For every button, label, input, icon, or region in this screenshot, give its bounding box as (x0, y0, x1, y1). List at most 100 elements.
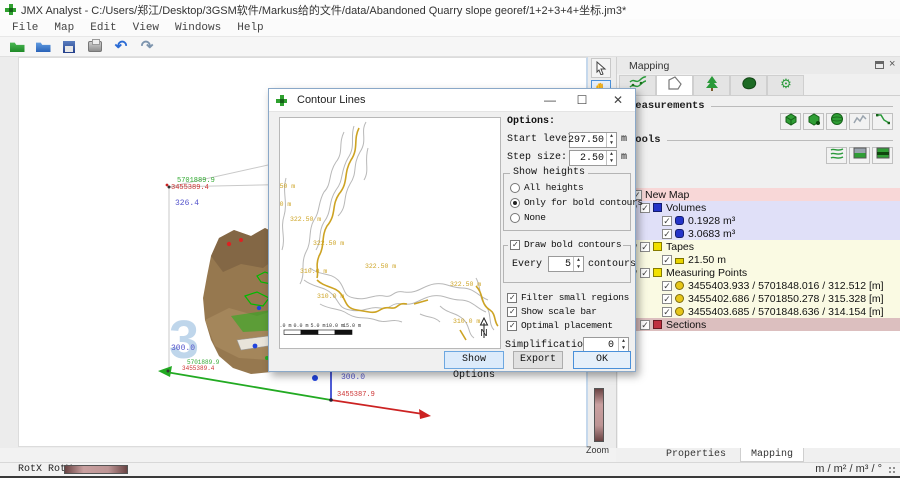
tab-polyline-shape[interactable] (656, 75, 693, 95)
visibility-checkbox[interactable]: ✓ (640, 268, 650, 278)
radio-button[interactable] (510, 183, 520, 193)
radio-button[interactable] (510, 198, 520, 208)
menu-view[interactable]: View (125, 21, 167, 35)
area-measure-button[interactable] (803, 113, 824, 130)
every-input[interactable]: 5▲▼ (548, 256, 584, 272)
tree-row-3455403-933-5701848-016-[interactable]: ✓ 3455403.933 / 5701848.016 / 312.512 [m] (618, 279, 900, 292)
bandfill-tool-button[interactable] (872, 147, 893, 164)
radio-only-for-bold-contours[interactable]: Only for bold contours (510, 197, 643, 208)
svg-text:322.50 m: 322.50 m (365, 263, 396, 270)
every-label: Every (512, 259, 542, 270)
checkbox-optimal-placement[interactable]: ✓Optimal placement (507, 320, 613, 331)
blob-icon (675, 216, 684, 225)
menu-map[interactable]: Map (46, 21, 82, 35)
units-grid-icon[interactable] (888, 466, 896, 474)
tree-row-3455402-686-5701850-278-[interactable]: ✓ 3455402.686 / 5701850.278 / 315.328 [m] (618, 292, 900, 305)
profile-measure-button[interactable] (849, 113, 870, 130)
visibility-checkbox[interactable]: ✓ (662, 294, 672, 304)
select-tool-button[interactable] (591, 58, 611, 78)
dialog-title-bar[interactable]: Contour Lines — ☐ ✕ (269, 89, 635, 112)
radio-button[interactable] (510, 213, 520, 223)
contour-tool-button[interactable] (826, 147, 847, 164)
contour-preview[interactable]: 322.50 m310.0 m322.50 m322.50 m322.50 m3… (279, 117, 501, 349)
bandfill-tool-icon (875, 146, 891, 165)
menu-windows[interactable]: Windows (167, 21, 229, 35)
svg-text:5.0 m: 5.0 m (280, 323, 292, 329)
ok-button[interactable]: OK (573, 351, 631, 369)
visibility-checkbox[interactable]: ✓ (640, 320, 650, 330)
draw-bold-contours-checkbox[interactable]: ✓ Draw bold contours (508, 239, 623, 250)
checkbox-box[interactable]: ✓ (507, 293, 517, 303)
tree-row-measuring-points[interactable]: ∨✓Measuring Points (618, 266, 900, 279)
square-icon (653, 268, 662, 277)
radio-none[interactable]: None (510, 212, 546, 223)
tree-row-tapes[interactable]: ∨✓Tapes (618, 240, 900, 253)
halffill-tool-button[interactable] (849, 147, 870, 164)
dialog-maximize-button[interactable]: ☐ (569, 89, 595, 111)
bottom-tab-mapping[interactable]: Mapping (740, 448, 804, 462)
dialog-close-button[interactable]: ✕ (605, 89, 631, 111)
svg-text:15.0 m: 15.0 m (343, 323, 361, 329)
show-options-button[interactable]: Show Options (444, 351, 504, 369)
north-arrow-icon: N (480, 318, 487, 339)
start-level-input[interactable]: 297.50▲▼ (569, 132, 617, 148)
thin-contours (282, 122, 494, 338)
tree-row-volumes[interactable]: ∨✓Volumes (618, 201, 900, 214)
visibility-checkbox[interactable]: ✓ (662, 281, 672, 291)
sphere-measure-button[interactable] (826, 113, 847, 130)
menu-edit[interactable]: Edit (82, 21, 124, 35)
visibility-checkbox[interactable]: ✓ (662, 307, 672, 317)
section-measure-button[interactable] (872, 113, 893, 130)
svg-text:5.0 m: 5.0 m (310, 323, 325, 329)
tab-settings[interactable]: ⚙ (767, 75, 804, 95)
checkbox-box[interactable]: ✓ (507, 307, 517, 317)
checkbox-show-scale-bar[interactable]: ✓Show scale bar (507, 306, 597, 317)
show-heights-group: Show heights All heightsOnly for bold co… (503, 173, 631, 231)
bottom-tab-properties[interactable]: Properties (656, 448, 736, 462)
mapping-panel-header: Mapping × (617, 57, 900, 74)
svg-text:310.0 m: 310.0 m (280, 201, 291, 208)
dialog-minimize-button[interactable]: — (537, 89, 563, 111)
open-folder-button[interactable] (32, 38, 54, 55)
options-label: Options: (507, 116, 555, 127)
point-icon (675, 294, 684, 303)
save-button[interactable] (58, 38, 80, 55)
tree-row-new-map[interactable]: ✓New Map (618, 188, 900, 201)
rotation-slider[interactable] (64, 465, 128, 474)
volume-measure-button[interactable] (780, 113, 801, 130)
visibility-checkbox[interactable]: ✓ (662, 216, 672, 226)
mapping-panel: Mapping × ⚙ Measurements Tools ✓New Map∨… (616, 57, 900, 448)
tree-item-label: 3455403.933 / 5701848.016 / 312.512 [m] (688, 280, 884, 292)
step-size-label: Step size: (507, 152, 567, 163)
visibility-checkbox[interactable]: ✓ (662, 255, 672, 265)
contour-lines-dialog: Contour Lines — ☐ ✕ (268, 88, 636, 372)
svg-text:3455389.4: 3455389.4 (182, 365, 215, 372)
tree-row-sections[interactable]: ✓ Sections (618, 318, 900, 331)
export-button[interactable]: Export (513, 351, 563, 369)
svg-text:322.50 m: 322.50 m (290, 216, 321, 223)
open-file-button[interactable] (6, 38, 28, 55)
menu-file[interactable]: File (4, 21, 46, 35)
tab-region[interactable] (730, 75, 767, 95)
radio-all-heights[interactable]: All heights (510, 182, 583, 193)
checkbox-box[interactable]: ✓ (507, 321, 517, 331)
zoom-slider[interactable] (594, 388, 604, 442)
tree-row-3455403-685-5701848-636-[interactable]: ✓3455403.685 / 5701848.636 / 314.154 [m] (618, 305, 900, 318)
tree-row-3-0683-m-[interactable]: ✓3.0683 m³ (618, 227, 900, 240)
tree-row-0-1928-m-[interactable]: ✓0.1928 m³ (618, 214, 900, 227)
redo-button[interactable] (136, 38, 158, 55)
checkbox-filter-small-regions[interactable]: ✓Filter small regions (507, 292, 629, 303)
visibility-checkbox[interactable]: ✓ (662, 229, 672, 239)
panel-close-icon[interactable]: × (889, 58, 895, 70)
tree-item-label: 3455402.686 / 5701850.278 / 315.328 [m] (688, 293, 884, 305)
dock-icon[interactable] (875, 61, 884, 69)
tab-vegetation[interactable] (693, 75, 730, 95)
tree-item-label: Sections (666, 319, 706, 331)
tree-row-21-50-m[interactable]: ✓21.50 m (618, 253, 900, 266)
visibility-checkbox[interactable]: ✓ (640, 242, 650, 252)
print-button[interactable] (84, 38, 106, 55)
step-size-input[interactable]: 2.50▲▼ (569, 150, 617, 166)
undo-button[interactable] (110, 38, 132, 55)
menu-help[interactable]: Help (229, 21, 271, 35)
polyline-shape-icon (665, 75, 685, 96)
